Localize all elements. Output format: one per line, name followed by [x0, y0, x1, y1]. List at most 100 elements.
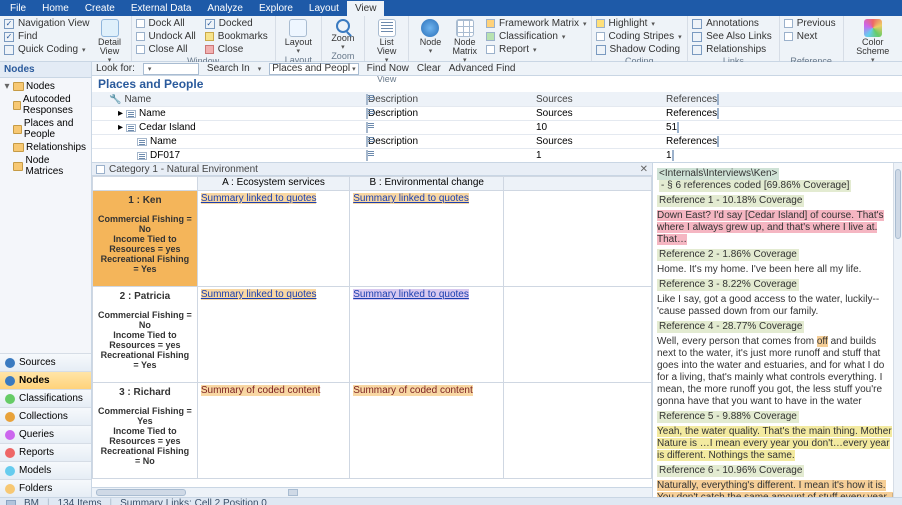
nav-folders[interactable]: Folders [0, 479, 91, 497]
list-row[interactable]: ▸Name Description Sources References [92, 106, 902, 120]
shadow-coding-toggle[interactable]: Shadow Coding [596, 43, 684, 56]
reference-text[interactable]: Well, every person that comes from off a… [657, 336, 896, 408]
report-button[interactable]: Report▾ [486, 43, 587, 56]
close-all-button[interactable]: Close All [136, 43, 199, 56]
clear-button[interactable]: Clear [417, 63, 441, 74]
matrix-cell[interactable]: Summary linked to quotes [350, 287, 504, 383]
matrix-cell[interactable]: Summary linked to quotes [197, 191, 349, 287]
column-options-icon[interactable] [717, 94, 719, 105]
node-icon [126, 124, 136, 132]
matrix-cell[interactable] [504, 287, 652, 383]
summary-link[interactable]: Summary linked to quotes [353, 193, 469, 204]
tree-relationships[interactable]: Relationships [1, 141, 90, 154]
tree-places-people[interactable]: Places and People [11, 117, 90, 141]
close-button[interactable]: Close [205, 43, 271, 56]
matrix-row-header[interactable]: 2 : PatriciaCommercial Fishing = NoIncom… [93, 287, 198, 383]
row-options-icon[interactable] [717, 108, 719, 119]
matrix-cell[interactable]: Summary linked to quotes [350, 191, 504, 287]
tab-home[interactable]: Home [34, 1, 77, 16]
matrix-grid[interactable]: A : Ecosystem services B : Environmental… [92, 176, 652, 487]
nav-queries[interactable]: Queries [0, 425, 91, 443]
annotations-toggle[interactable]: Annotations [692, 17, 775, 30]
reference-text[interactable]: Yeah, the water quality. That's the main… [657, 426, 896, 462]
list-row[interactable]: ▸Cedar Island 10 51 [92, 120, 902, 134]
matrix-cell[interactable] [504, 191, 652, 287]
next-button[interactable]: Next [784, 30, 839, 43]
nav-collections[interactable]: Collections [0, 407, 91, 425]
previous-button[interactable]: Previous [784, 17, 839, 30]
app-tabs: File Home Create External Data Analyze E… [0, 0, 902, 16]
layout-button[interactable]: Layout▾ [280, 17, 317, 55]
reference-text[interactable]: Down East? I'd say [Cedar Island] of cou… [657, 210, 896, 246]
reference-text[interactable]: Like I say, got a good access to the wat… [657, 294, 896, 318]
bookmarks-button[interactable]: Bookmarks [205, 30, 271, 43]
advanced-find-button[interactable]: Advanced Find [449, 63, 516, 74]
matrix-cell[interactable] [504, 383, 652, 479]
ref-vscroll[interactable] [893, 163, 902, 497]
nav-classifications[interactable]: Classifications [0, 389, 91, 407]
row-options-icon[interactable] [672, 150, 674, 161]
matrix-cell[interactable]: Summary of coded content [350, 383, 504, 479]
tab-analyze[interactable]: Analyze [199, 1, 251, 16]
matrix-cell[interactable]: Summary linked to quotes [197, 287, 349, 383]
detail-view-button[interactable]: Detail View▾ [93, 17, 127, 64]
row-options-icon[interactable] [717, 136, 719, 147]
node-matrix-button[interactable]: Node Matrix▾ [447, 17, 482, 64]
undock-all-button[interactable]: Undock All [136, 30, 199, 43]
reference-text[interactable]: Naturally, everything's different. I mea… [657, 480, 896, 497]
list-row[interactable]: Name Description Sources References [92, 134, 902, 148]
find-bar: Look for: ▾ Search In▾ Places and Peopl▾… [92, 62, 902, 76]
tab-file[interactable]: File [2, 1, 34, 16]
nav-view-toggle[interactable]: ✓Navigation View [4, 17, 93, 30]
coding-stripes-button[interactable]: Coding Stripes▾ [596, 30, 684, 43]
scope-select[interactable]: Places and Peopl▾ [269, 63, 358, 75]
matrix-row-header[interactable]: 1 : KenCommercial Fishing = NoIncome Tie… [93, 191, 198, 287]
tab-create[interactable]: Create [77, 1, 123, 16]
nav-models[interactable]: Models [0, 461, 91, 479]
summary-link[interactable]: Summary of coded content [201, 385, 321, 396]
node-button[interactable]: Node▾ [413, 17, 447, 64]
tab-layout[interactable]: Layout [301, 1, 347, 16]
tab-explore[interactable]: Explore [251, 1, 301, 16]
matrix-cell[interactable]: Summary of coded content [197, 383, 349, 479]
tree-node-matrices[interactable]: Node Matrices [1, 154, 90, 178]
quick-coding-toggle[interactable]: Quick Coding▾ [4, 43, 93, 56]
matrix-row-header[interactable]: 3 : RichardCommercial Fishing = YesIncom… [93, 383, 198, 479]
close-tab-icon[interactable]: ✕ [640, 164, 648, 175]
highlight-button[interactable]: Highlight▾ [596, 17, 684, 30]
summary-link[interactable]: Summary linked to quotes [353, 289, 469, 300]
nav-nodes[interactable]: Nodes [0, 371, 91, 389]
list-view-button[interactable]: List View▾ [369, 17, 405, 64]
matrix-col-a[interactable]: A : Ecosystem services [197, 177, 349, 191]
reference-text[interactable]: Home. It's my home. I've been here all m… [657, 264, 896, 276]
tree-autocoded[interactable]: Autocoded Responses [11, 93, 90, 117]
look-for-input[interactable]: ▾ [143, 63, 199, 75]
color-scheme-button[interactable]: Color Scheme▾ [848, 17, 898, 64]
nav-sources[interactable]: Sources [0, 353, 91, 371]
find-now-button[interactable]: Find Now [367, 63, 409, 74]
find-toggle[interactable]: ✓Find [4, 30, 93, 43]
summary-link[interactable]: Summary of coded content [353, 385, 473, 396]
col-name: 🔧 [109, 94, 121, 105]
matrix-tab[interactable]: Category 1 - Natural Environment ✕ [92, 163, 652, 176]
seealso-toggle[interactable]: See Also Links [692, 30, 775, 43]
matrix-hscroll[interactable] [92, 487, 652, 497]
dock-all-button[interactable]: Dock All [136, 17, 199, 30]
framework-matrix-button[interactable]: Framework Matrix▾ [486, 17, 587, 30]
zoom-button[interactable]: Zoom▾ [326, 17, 360, 51]
list-row[interactable]: DF017 1 1 [92, 148, 902, 162]
collections-icon [5, 412, 15, 422]
relationships-toggle[interactable]: Relationships [692, 43, 775, 56]
docked-toggle[interactable]: ✓Docked [205, 17, 271, 30]
list-header[interactable]: 🔧Name Description Sources References [92, 92, 902, 106]
summary-link[interactable]: Summary linked to quotes [201, 289, 317, 300]
tab-view[interactable]: View [347, 1, 385, 16]
row-options-icon[interactable] [677, 122, 679, 133]
tree-nodes[interactable]: ▾Nodes [1, 80, 90, 93]
matrix-col-b[interactable]: B : Environmental change [350, 177, 504, 191]
tab-external[interactable]: External Data [123, 1, 200, 16]
summary-link[interactable]: Summary linked to quotes [201, 193, 317, 204]
nav-reports[interactable]: Reports [0, 443, 91, 461]
classification-button[interactable]: Classification▾ [486, 30, 587, 43]
ref-source[interactable]: <Internals\Interviews\Ken> [657, 168, 779, 180]
